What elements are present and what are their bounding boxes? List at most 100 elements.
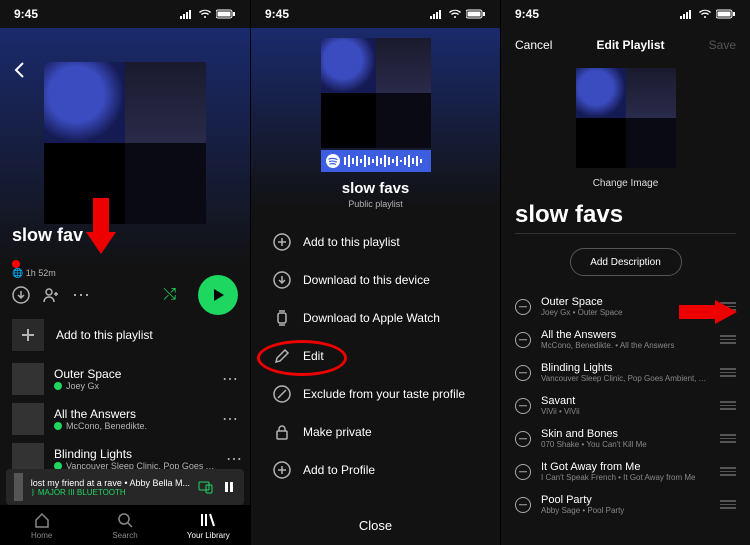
drag-handle-icon[interactable] bbox=[720, 467, 736, 476]
add-description-button[interactable]: Add Description bbox=[570, 248, 682, 276]
track-more-icon[interactable]: ⋯ bbox=[222, 409, 238, 429]
menu-label: Download to Apple Watch bbox=[303, 311, 440, 325]
status-time: 9:45 bbox=[265, 7, 289, 21]
track-sub: I Can't Speak French • It Got Away from … bbox=[541, 473, 710, 482]
profile-plus-icon bbox=[273, 461, 291, 479]
playlist-title-field[interactable]: slow favs bbox=[501, 189, 750, 233]
status-time: 9:45 bbox=[14, 7, 38, 21]
menu-add-profile[interactable]: Add to Profile bbox=[251, 451, 500, 489]
menu-add-to-playlist[interactable]: Add to this playlist bbox=[251, 223, 500, 261]
search-icon bbox=[116, 511, 134, 529]
add-user-icon[interactable] bbox=[42, 286, 60, 304]
wifi-icon bbox=[698, 9, 712, 19]
pause-icon[interactable] bbox=[222, 480, 236, 494]
track-name: Blinding Lights bbox=[541, 362, 710, 374]
signal-icon bbox=[180, 9, 194, 19]
menu-edit[interactable]: Edit bbox=[251, 337, 500, 375]
remove-track-icon[interactable] bbox=[515, 464, 531, 480]
track-name: All the Answers bbox=[541, 329, 710, 341]
drag-handle-icon[interactable] bbox=[720, 434, 736, 443]
wifi-icon bbox=[198, 9, 212, 19]
status-indicators bbox=[430, 9, 486, 19]
menu-make-private[interactable]: Make private bbox=[251, 413, 500, 451]
track-name: Pool Party bbox=[541, 494, 710, 506]
track-name: Blinding Lights bbox=[54, 447, 216, 461]
drag-handle-icon[interactable] bbox=[720, 368, 736, 377]
save-button[interactable]: Save bbox=[709, 38, 736, 52]
tab-home[interactable]: Home bbox=[0, 505, 83, 545]
divider bbox=[515, 233, 736, 234]
now-playing-bar[interactable]: lost my friend at a rave • Abby Bella M.… bbox=[6, 469, 244, 505]
track-row[interactable]: All the Answers McCono, Benedikte. ⋯ bbox=[0, 399, 250, 439]
edit-track-row: All the AnswersMcCono, Benedikte. • All … bbox=[501, 323, 750, 356]
plus-icon bbox=[21, 328, 35, 342]
tab-label: Your Library bbox=[187, 531, 230, 540]
pencil-icon bbox=[273, 347, 291, 365]
tab-search[interactable]: Search bbox=[83, 505, 166, 545]
remove-track-icon[interactable] bbox=[515, 299, 531, 315]
remove-track-icon[interactable] bbox=[515, 497, 531, 513]
remove-track-icon[interactable] bbox=[515, 365, 531, 381]
track-more-icon[interactable]: ⋯ bbox=[226, 449, 242, 469]
remove-track-icon[interactable] bbox=[515, 431, 531, 447]
more-button[interactable]: ⋯ bbox=[72, 285, 90, 306]
cancel-button[interactable]: Cancel bbox=[515, 38, 552, 52]
track-sub: Joey Gx • Outer Space bbox=[541, 308, 710, 317]
add-to-playlist-label: Add to this playlist bbox=[56, 328, 153, 342]
home-icon bbox=[33, 511, 51, 529]
track-row[interactable]: Outer Space Joey Gx ⋯ bbox=[0, 359, 250, 399]
drag-handle-icon[interactable] bbox=[720, 335, 736, 344]
edit-track-row: Pool PartyAbby Sage • Pool Party bbox=[501, 488, 750, 521]
menu-download-watch[interactable]: Download to Apple Watch bbox=[251, 299, 500, 337]
menu-label: Exclude from your taste profile bbox=[303, 387, 465, 401]
owner-dot-icon bbox=[12, 260, 20, 268]
spotify-code[interactable] bbox=[321, 150, 431, 172]
library-icon bbox=[199, 511, 217, 529]
drag-handle-icon[interactable] bbox=[720, 302, 736, 311]
status-indicators bbox=[180, 9, 236, 19]
playlist-artwork bbox=[321, 38, 431, 148]
downloaded-icon bbox=[54, 382, 62, 390]
menu-download-device[interactable]: Download to this device bbox=[251, 261, 500, 299]
play-button[interactable] bbox=[198, 275, 238, 315]
back-chevron-icon[interactable] bbox=[10, 60, 30, 80]
menu-subtitle: Public playlist bbox=[348, 199, 403, 209]
edit-track-row: Outer SpaceJoey Gx • Outer Space bbox=[501, 290, 750, 323]
spotify-code-bars bbox=[344, 154, 426, 168]
now-playing-device: MAJOR III BLUETOOTH bbox=[38, 488, 126, 497]
tab-label: Search bbox=[112, 531, 137, 540]
remove-track-icon[interactable] bbox=[515, 398, 531, 414]
menu-exclude[interactable]: Exclude from your taste profile bbox=[251, 375, 500, 413]
close-button[interactable]: Close bbox=[347, 506, 404, 545]
track-name: Savant bbox=[541, 395, 710, 407]
playlist-artwork[interactable] bbox=[576, 68, 676, 168]
status-bar: 9:45 bbox=[251, 0, 500, 28]
add-to-playlist-row[interactable]: Add to this playlist bbox=[0, 311, 250, 359]
playlist-artwork bbox=[44, 62, 206, 224]
track-name: Outer Space bbox=[54, 367, 121, 381]
devices-icon[interactable] bbox=[198, 479, 214, 495]
drag-handle-icon[interactable] bbox=[720, 500, 736, 509]
status-bar: 9:45 bbox=[501, 0, 750, 28]
menu-label: Add to this playlist bbox=[303, 235, 400, 249]
tab-bar: Home Search Your Library bbox=[0, 505, 250, 545]
track-sub: Abby Sage • Pool Party bbox=[541, 506, 710, 515]
menu-title: slow favs bbox=[342, 180, 410, 197]
tab-library[interactable]: Your Library bbox=[167, 505, 250, 545]
signal-icon bbox=[430, 9, 444, 19]
track-more-icon[interactable]: ⋯ bbox=[222, 369, 238, 389]
spotify-logo-icon bbox=[326, 154, 340, 168]
download-icon[interactable] bbox=[12, 286, 30, 304]
battery-icon bbox=[216, 9, 236, 19]
downloaded-icon bbox=[54, 422, 62, 430]
track-sub: McCono, Benedikte. bbox=[66, 421, 147, 431]
remove-track-icon[interactable] bbox=[515, 332, 531, 348]
edit-track-row: It Got Away from MeI Can't Speak French … bbox=[501, 455, 750, 488]
track-thumb bbox=[12, 403, 44, 435]
change-image-button[interactable]: Change Image bbox=[501, 178, 750, 189]
drag-handle-icon[interactable] bbox=[720, 401, 736, 410]
track-sub: ViVii • ViVii bbox=[541, 407, 710, 416]
bluetooth-icon: ᛒ bbox=[31, 488, 38, 497]
shuffle-icon[interactable]: ⤭ bbox=[163, 286, 176, 304]
battery-icon bbox=[466, 9, 486, 19]
